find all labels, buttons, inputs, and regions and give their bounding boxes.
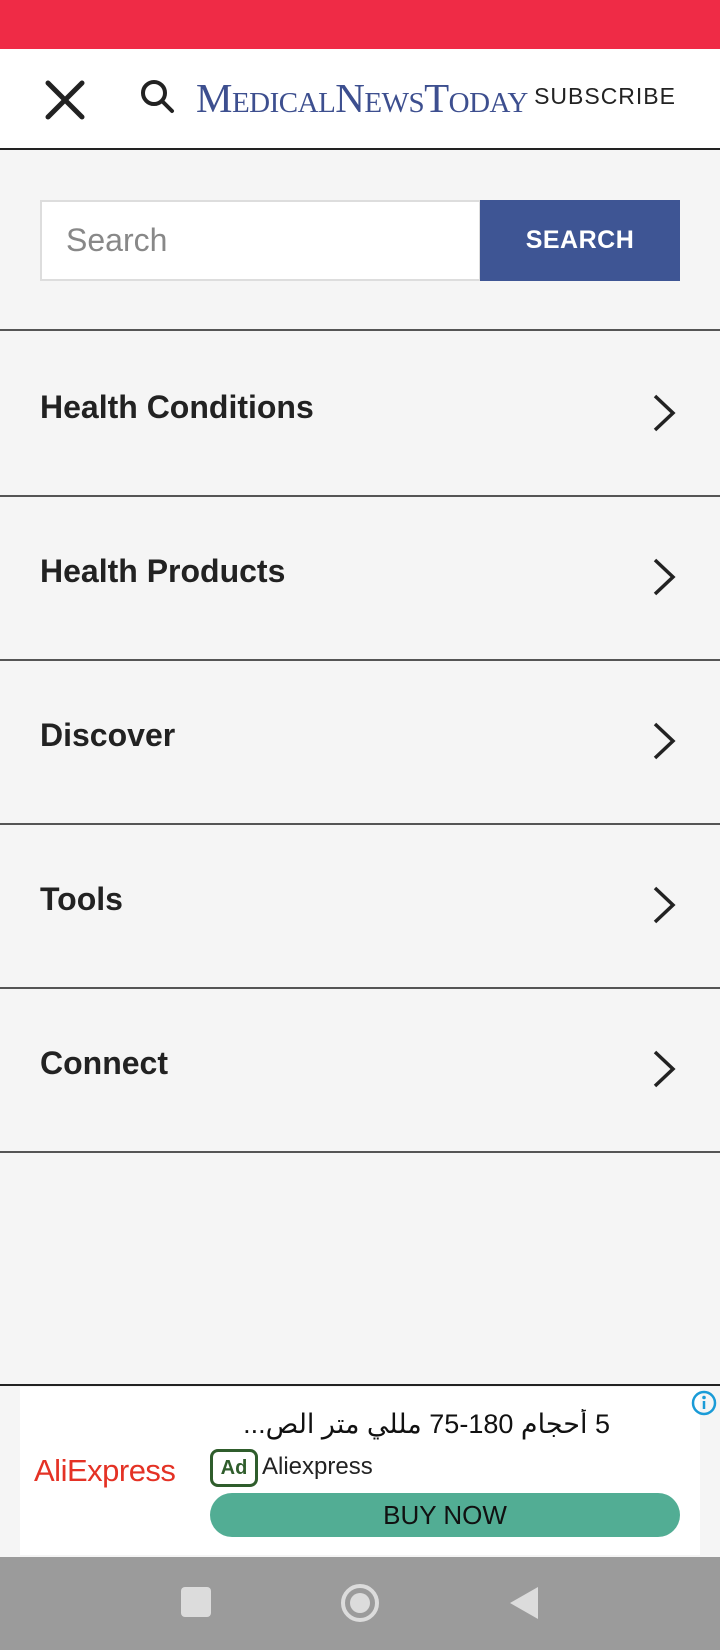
menu-item-connect[interactable]: Connect bbox=[0, 989, 720, 1153]
chevron-right-icon bbox=[653, 394, 676, 432]
site-header: MEDICALNEWSTODAY SUBSCRIBE bbox=[0, 49, 720, 150]
menu-item-label: Health Products bbox=[40, 553, 286, 589]
menu-item-tools[interactable]: Tools bbox=[0, 825, 720, 989]
search-section: SEARCH bbox=[0, 150, 720, 331]
chevron-right-icon bbox=[653, 558, 676, 596]
menu-item-label: Discover bbox=[40, 717, 176, 753]
close-menu-button[interactable] bbox=[40, 75, 90, 125]
ad-buy-now-button[interactable]: BUY NOW bbox=[210, 1493, 680, 1537]
chevron-right-icon bbox=[653, 722, 676, 760]
chevron-right-icon bbox=[653, 1050, 676, 1088]
ad-banner[interactable]: AliExpress 5 أحجام 180-75 مللي متر الص..… bbox=[20, 1387, 700, 1555]
ad-brand-logo: AliExpress bbox=[34, 1453, 176, 1488]
ad-badge: Ad bbox=[210, 1449, 258, 1487]
recent-apps-button[interactable] bbox=[181, 1587, 211, 1617]
info-icon[interactable] bbox=[690, 1389, 718, 1417]
header-search-button[interactable] bbox=[138, 77, 178, 117]
home-button[interactable] bbox=[340, 1583, 380, 1623]
status-bar bbox=[0, 0, 720, 49]
menu-item-health-conditions[interactable]: Health Conditions bbox=[0, 333, 720, 497]
close-icon bbox=[45, 80, 85, 120]
ad-divider bbox=[0, 1384, 720, 1386]
chevron-right-icon bbox=[653, 886, 676, 924]
ad-title[interactable]: 5 أحجام 180-75 مللي متر الص... bbox=[210, 1409, 610, 1440]
system-nav-bar bbox=[0, 1557, 720, 1650]
menu-item-discover[interactable]: Discover bbox=[0, 661, 720, 825]
subscribe-link[interactable]: SUBSCRIBE bbox=[534, 83, 676, 110]
menu-item-health-products[interactable]: Health Products bbox=[0, 497, 720, 661]
menu-item-label: Health Conditions bbox=[40, 389, 314, 425]
ad-advertiser: Aliexpress bbox=[262, 1453, 373, 1480]
search-button[interactable]: SEARCH bbox=[480, 200, 680, 281]
search-icon bbox=[141, 80, 174, 113]
search-input[interactable] bbox=[40, 200, 481, 281]
menu-item-label: Connect bbox=[40, 1045, 168, 1081]
menu-item-label: Tools bbox=[40, 881, 123, 917]
site-logo[interactable]: MEDICALNEWSTODAY bbox=[196, 73, 528, 123]
back-button[interactable] bbox=[508, 1585, 540, 1621]
